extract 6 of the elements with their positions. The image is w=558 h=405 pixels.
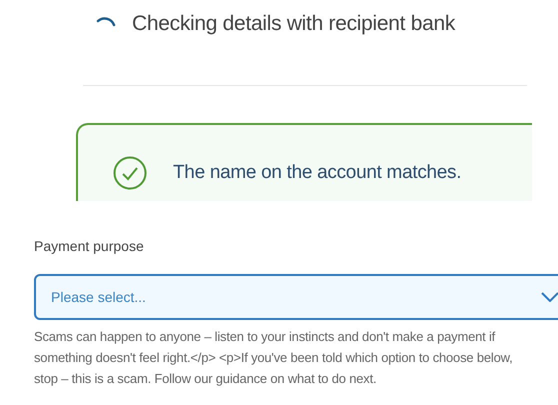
field-label: Payment purpose [34,237,145,256]
payment-purpose-select[interactable]: Please select... [34,274,558,320]
scam-warning-text: Scams can happen to anyone – listen to your instincts and don't make a payment if something doesn't feel right.</p> <p>If you've been told which option to choose below, stop – this is a scam. Follow our guidance on what to do next. [34,328,514,388]
chevron-down-icon [541,292,558,302]
name-match-message: The name on the account matches. [173,160,462,185]
status-text: Checking details with recipient bank [132,11,456,38]
